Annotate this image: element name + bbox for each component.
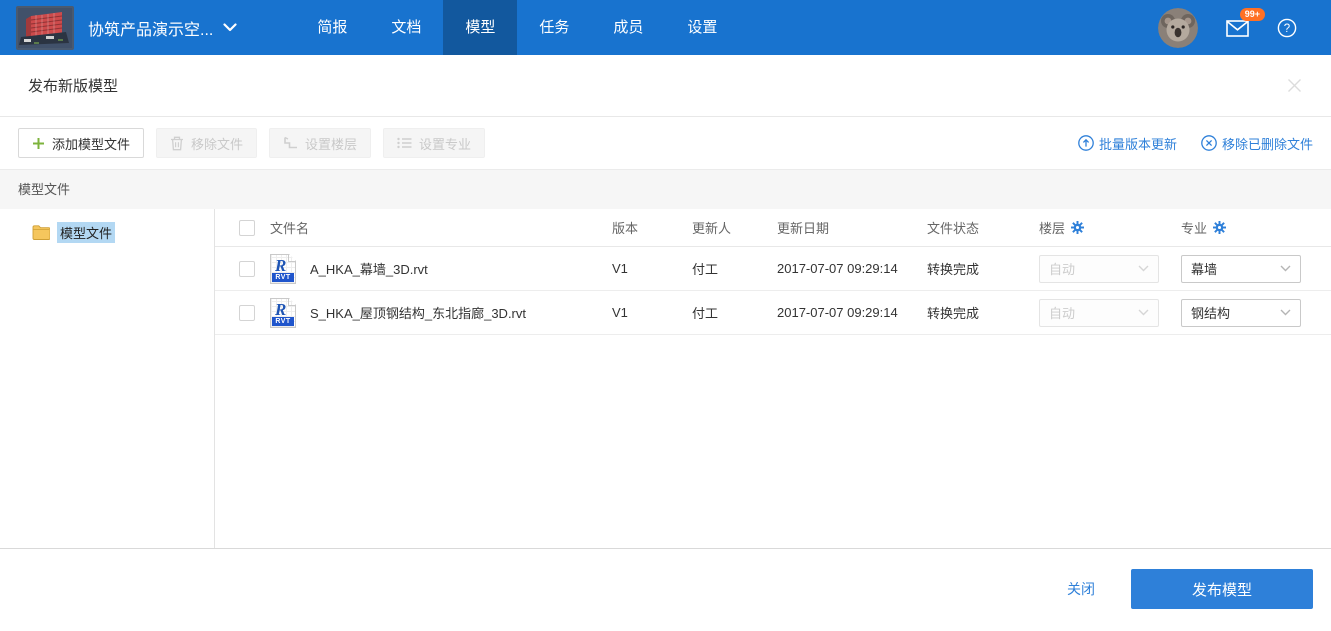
nav-tab-briefing[interactable]: 简报: [295, 0, 369, 55]
discipline-select[interactable]: 钢结构: [1181, 299, 1301, 327]
batch-version-update-label: 批量版本更新: [1099, 134, 1177, 153]
floor-select: 自动: [1039, 255, 1159, 283]
table-row: R RVT S_HKA_屋顶钢结构_东北指廊_3D.rvt V1 付工 2017…: [215, 291, 1331, 335]
rvt-file-icon: R RVT: [270, 298, 296, 328]
section-header: 模型文件: [0, 169, 1331, 209]
nav-tab-models[interactable]: 模型: [443, 0, 517, 55]
chevron-down-icon: [223, 23, 237, 32]
list-icon: [397, 137, 412, 149]
header-right: 99+ ?: [1158, 8, 1331, 48]
file-version: V1: [612, 305, 692, 320]
top-header: 协筑产品演示空... 简报 文档 模型 任务 成员 设置: [0, 0, 1331, 55]
remove-file-button[interactable]: 移除文件: [156, 128, 257, 158]
column-header-version: 版本: [612, 218, 692, 237]
svg-text:?: ?: [1284, 23, 1290, 35]
select-all-checkbox[interactable]: [239, 220, 255, 236]
row-checkbox[interactable]: [239, 305, 255, 321]
nav-tab-members[interactable]: 成员: [591, 0, 665, 55]
file-name: S_HKA_屋顶钢结构_东北指廊_3D.rvt: [310, 303, 526, 322]
file-version: V1: [612, 261, 692, 276]
avatar[interactable]: [1158, 8, 1198, 48]
folder-icon: [32, 225, 50, 240]
column-header-file-status: 文件状态: [927, 218, 1039, 237]
set-floor-label: 设置楼层: [305, 134, 357, 153]
toolbar-links: 批量版本更新 移除已删除文件: [1078, 134, 1313, 153]
file-name: A_HKA_幕墙_3D.rvt: [310, 259, 428, 278]
remove-file-label: 移除文件: [191, 134, 243, 153]
nav-tab-settings[interactable]: 设置: [665, 0, 739, 55]
workspace-title-dropdown[interactable]: 协筑产品演示空...: [88, 16, 237, 40]
file-status: 转换完成: [927, 259, 1039, 278]
model-file-table: 文件名 版本 更新人 更新日期 文件状态 楼层 专业: [215, 209, 1331, 548]
nav-tab-tasks[interactable]: 任务: [517, 0, 591, 55]
floor-select: 自动: [1039, 299, 1159, 327]
remove-deleted-files-label: 移除已删除文件: [1222, 134, 1313, 153]
column-header-discipline: 专业: [1181, 218, 1331, 237]
dialog-footer: 关闭 发布模型: [0, 549, 1331, 629]
row-checkbox[interactable]: [239, 261, 255, 277]
trash-icon: [170, 136, 184, 151]
file-updater: 付工: [692, 259, 777, 278]
column-header-filename: 文件名: [255, 218, 612, 237]
table-header-row: 文件名 版本 更新人 更新日期 文件状态 楼层 专业: [215, 209, 1331, 247]
discipline-select[interactable]: 幕墙: [1181, 255, 1301, 283]
set-discipline-button[interactable]: 设置专业: [383, 128, 485, 158]
batch-version-update-link[interactable]: 批量版本更新: [1078, 134, 1177, 153]
content: 模型文件 文件名 版本 更新人 更新日期 文件状态 楼层: [0, 209, 1331, 549]
page-title: 发布新版模型: [28, 75, 118, 96]
rvt-file-icon: R RVT: [270, 254, 296, 284]
chevron-down-icon: [1138, 309, 1149, 316]
set-discipline-label: 设置专业: [419, 134, 471, 153]
close-button[interactable]: 关闭: [1067, 579, 1095, 599]
file-updater: 付工: [692, 303, 777, 322]
nav-tab-documents[interactable]: 文档: [369, 0, 443, 55]
workspace-logo[interactable]: [16, 6, 74, 50]
chevron-down-icon: [1280, 309, 1291, 316]
gear-icon[interactable]: [1213, 221, 1226, 234]
column-header-updater: 更新人: [692, 218, 777, 237]
building-thumbnail-icon: [16, 6, 74, 50]
chevron-down-icon: [1280, 265, 1291, 272]
toolbar: 添加模型文件 移除文件 设置楼层 设置专业 批量版本更新: [0, 117, 1331, 169]
stairs-icon: [283, 136, 298, 150]
add-model-file-button[interactable]: 添加模型文件: [18, 128, 144, 158]
add-model-file-label: 添加模型文件: [52, 134, 130, 153]
workspace-title: 协筑产品演示空...: [88, 16, 213, 40]
dialog-header: 发布新版模型: [0, 55, 1331, 117]
file-update-date: 2017-07-07 09:29:14: [777, 305, 927, 320]
mail-icon[interactable]: 99+: [1226, 20, 1249, 42]
column-header-update-date: 更新日期: [777, 218, 927, 237]
chevron-down-icon: [1138, 265, 1149, 272]
file-update-date: 2017-07-07 09:29:14: [777, 261, 927, 276]
publish-model-button[interactable]: 发布模型: [1131, 569, 1313, 609]
plus-icon: [32, 137, 45, 150]
column-header-floor: 楼层: [1039, 218, 1181, 237]
file-status: 转换完成: [927, 303, 1039, 322]
set-floor-button[interactable]: 设置楼层: [269, 128, 371, 158]
remove-deleted-files-link[interactable]: 移除已删除文件: [1201, 134, 1313, 153]
folder-tree: 模型文件: [0, 209, 215, 548]
close-icon[interactable]: [1286, 77, 1303, 94]
koala-avatar-icon: [1158, 8, 1198, 48]
tree-node-model-files[interactable]: 模型文件: [32, 222, 214, 243]
main-nav: 简报 文档 模型 任务 成员 设置: [295, 0, 739, 55]
x-circle-icon: [1201, 135, 1217, 151]
tree-node-label: 模型文件: [57, 222, 115, 243]
arrow-up-circle-icon: [1078, 135, 1094, 151]
help-icon[interactable]: ?: [1277, 18, 1297, 38]
table-row: R RVT A_HKA_幕墙_3D.rvt V1 付工 2017-07-07 0…: [215, 247, 1331, 291]
gear-icon[interactable]: [1071, 221, 1084, 234]
notification-badge: 99+: [1240, 8, 1265, 21]
